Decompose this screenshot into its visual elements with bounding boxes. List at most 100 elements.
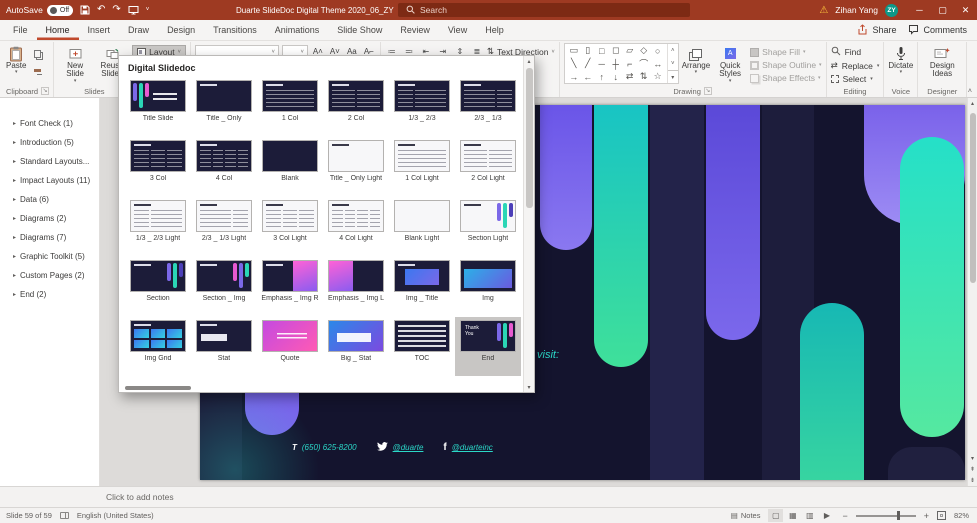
- shape-gallery-item[interactable]: ┼: [613, 59, 619, 69]
- shape-fill-button[interactable]: Shape Fill ▾: [750, 46, 821, 58]
- find-button[interactable]: Find: [831, 46, 880, 59]
- layout-option[interactable]: Emphasis _ Img L: [323, 257, 389, 316]
- scroll-down-icon[interactable]: ▾: [971, 453, 974, 464]
- vertical-scrollbar[interactable]: ▴ ▾ ⇞ ⇟: [967, 98, 977, 486]
- zoom-in-icon[interactable]: +: [924, 511, 929, 521]
- layout-option[interactable]: Emphasis _ Img R: [257, 257, 323, 316]
- layout-option[interactable]: 1/3 _ 2/3: [389, 77, 455, 136]
- quick-styles-button[interactable]: A Quick Styles ▾: [713, 43, 747, 84]
- gallery-scrollbar-thumb[interactable]: [526, 68, 533, 208]
- layout-option[interactable]: Blank Light: [389, 197, 455, 256]
- slide-panel-section[interactable]: ▸ Font Check (1): [0, 114, 99, 133]
- tab-draw[interactable]: Draw: [119, 20, 158, 40]
- layout-option[interactable]: 2/3 _ 1/3 Light: [191, 197, 257, 256]
- zoom-slider[interactable]: [855, 511, 916, 521]
- collapse-ribbon-icon[interactable]: ˄: [968, 88, 972, 95]
- layout-option[interactable]: Blank: [257, 137, 323, 196]
- slide-panel-section[interactable]: ▸ Introduction (5): [0, 133, 99, 152]
- paste-button[interactable]: Paste ▾: [6, 43, 26, 76]
- copy-icon[interactable]: [29, 47, 45, 60]
- autosave-toggle[interactable]: Off: [46, 4, 74, 16]
- slide-sorter-view-icon[interactable]: ▦: [785, 509, 800, 522]
- gallery-horizontal-scrollbar[interactable]: [125, 386, 191, 390]
- avatar[interactable]: ZY: [885, 3, 898, 17]
- slide-panel-section[interactable]: ▸ Graphic Toolkit (5): [0, 247, 99, 266]
- shape-gallery-item[interactable]: ↑: [599, 72, 604, 82]
- tab-help[interactable]: Help: [476, 20, 513, 40]
- layout-option[interactable]: Img _ Title: [389, 257, 455, 316]
- slide-panel-section[interactable]: ▸ End (2): [0, 285, 99, 304]
- shape-gallery-item[interactable]: ⇄: [626, 71, 634, 82]
- restore-button[interactable]: ▢: [931, 0, 954, 20]
- zoom-level[interactable]: 82%: [954, 511, 969, 520]
- tab-view[interactable]: View: [439, 20, 476, 40]
- zoom-slider-thumb[interactable]: [896, 511, 900, 520]
- tab-home[interactable]: Home: [37, 20, 79, 40]
- tab-animations[interactable]: Animations: [266, 20, 329, 40]
- tab-design[interactable]: Design: [158, 20, 204, 40]
- shape-gallery-item[interactable]: ╲: [571, 58, 576, 69]
- scrollbar-thumb[interactable]: [969, 113, 976, 283]
- shape-gallery-item[interactable]: □: [599, 46, 604, 56]
- gallery-scroll-up-icon[interactable]: ▴: [527, 56, 530, 66]
- layout-option[interactable]: 2 Col: [323, 77, 389, 136]
- redo-icon[interactable]: ↷: [112, 5, 120, 15]
- slide-panel-section[interactable]: ▸ Standard Layouts...: [0, 152, 99, 171]
- scrollbar-track[interactable]: [968, 109, 977, 453]
- notes-toggle-button[interactable]: ▤ Notes: [731, 511, 761, 520]
- shape-gallery-item[interactable]: →: [569, 72, 578, 82]
- new-slide-button[interactable]: New Slide ▾: [58, 43, 92, 84]
- replace-button[interactable]: ⇄ Replace ▾: [831, 60, 880, 73]
- tab-slide-show[interactable]: Slide Show: [328, 20, 391, 40]
- shape-outline-button[interactable]: Shape Outline ▾: [750, 59, 822, 71]
- shape-gallery-item[interactable]: ▯: [585, 45, 590, 56]
- shapes-scroll-down-icon[interactable]: ˅: [671, 57, 675, 70]
- layout-option[interactable]: Stat: [191, 317, 257, 376]
- shapes-expand-icon[interactable]: ▾: [667, 70, 678, 83]
- layout-option[interactable]: 4 Col: [191, 137, 257, 196]
- drawing-dialog-launcher[interactable]: ↘: [703, 87, 712, 95]
- scroll-up-icon[interactable]: ▴: [971, 98, 974, 109]
- tab-transitions[interactable]: Transitions: [204, 20, 266, 40]
- clipboard-dialog-launcher[interactable]: ↘: [41, 87, 50, 95]
- search-box[interactable]: Search: [398, 3, 690, 17]
- gallery-scroll-down-icon[interactable]: ▾: [527, 382, 530, 392]
- shape-gallery-item[interactable]: ⌐: [627, 59, 632, 69]
- layout-option[interactable]: 3 Col Light: [257, 197, 323, 256]
- language-indicator[interactable]: English (United States): [77, 511, 154, 520]
- format-painter-icon[interactable]: [29, 64, 45, 77]
- slide-panel-section[interactable]: ▸ Impact Layouts (11): [0, 171, 99, 190]
- start-presentation-icon[interactable]: [128, 5, 139, 15]
- shape-gallery-item[interactable]: ◻: [612, 45, 619, 56]
- slide-panel-section[interactable]: ▸ Data (6): [0, 190, 99, 209]
- zoom-out-icon[interactable]: −: [842, 511, 847, 521]
- shape-gallery-item[interactable]: ─: [599, 59, 605, 69]
- alert-icon[interactable]: ⚠: [819, 5, 828, 16]
- fit-to-window-icon[interactable]: [936, 511, 946, 520]
- undo-icon[interactable]: ↶: [97, 5, 105, 15]
- reading-view-icon[interactable]: ▥: [802, 509, 817, 522]
- shape-gallery-item[interactable]: ⇅: [640, 71, 648, 82]
- layout-option[interactable]: Thank You End: [455, 317, 521, 376]
- shape-effects-button[interactable]: Shape Effects ▾: [750, 72, 821, 84]
- gallery-scrollbar[interactable]: ▴ ▾: [523, 56, 534, 392]
- next-slide-icon[interactable]: ⇟: [970, 475, 975, 486]
- layout-option[interactable]: Title _ Only Light: [323, 137, 389, 196]
- slide-panel-section[interactable]: ▸ Custom Pages (2): [0, 266, 99, 285]
- slideshow-view-icon[interactable]: ▶: [819, 509, 834, 522]
- shapes-scroll-up-icon[interactable]: ˄: [671, 44, 675, 57]
- shape-gallery-item[interactable]: ☆: [654, 71, 662, 82]
- comments-button[interactable]: Comments: [908, 24, 967, 37]
- layout-option[interactable]: Big _ Stat: [323, 317, 389, 376]
- layout-option[interactable]: Section _ Img: [191, 257, 257, 316]
- layout-option[interactable]: Section: [125, 257, 191, 316]
- layout-option[interactable]: 1 Col: [257, 77, 323, 136]
- select-button[interactable]: Select ▾: [830, 73, 880, 86]
- save-icon[interactable]: [80, 5, 90, 15]
- arrange-button[interactable]: Arrange ▾: [682, 43, 710, 76]
- layout-option[interactable]: Section Light: [455, 197, 521, 256]
- shape-gallery-item[interactable]: ↓: [613, 72, 618, 82]
- document-title[interactable]: Duarte SlideDoc Digital Theme 2020_06_ZY…: [236, 0, 401, 20]
- spellcheck-icon[interactable]: [59, 512, 69, 519]
- close-button[interactable]: ✕: [954, 0, 977, 20]
